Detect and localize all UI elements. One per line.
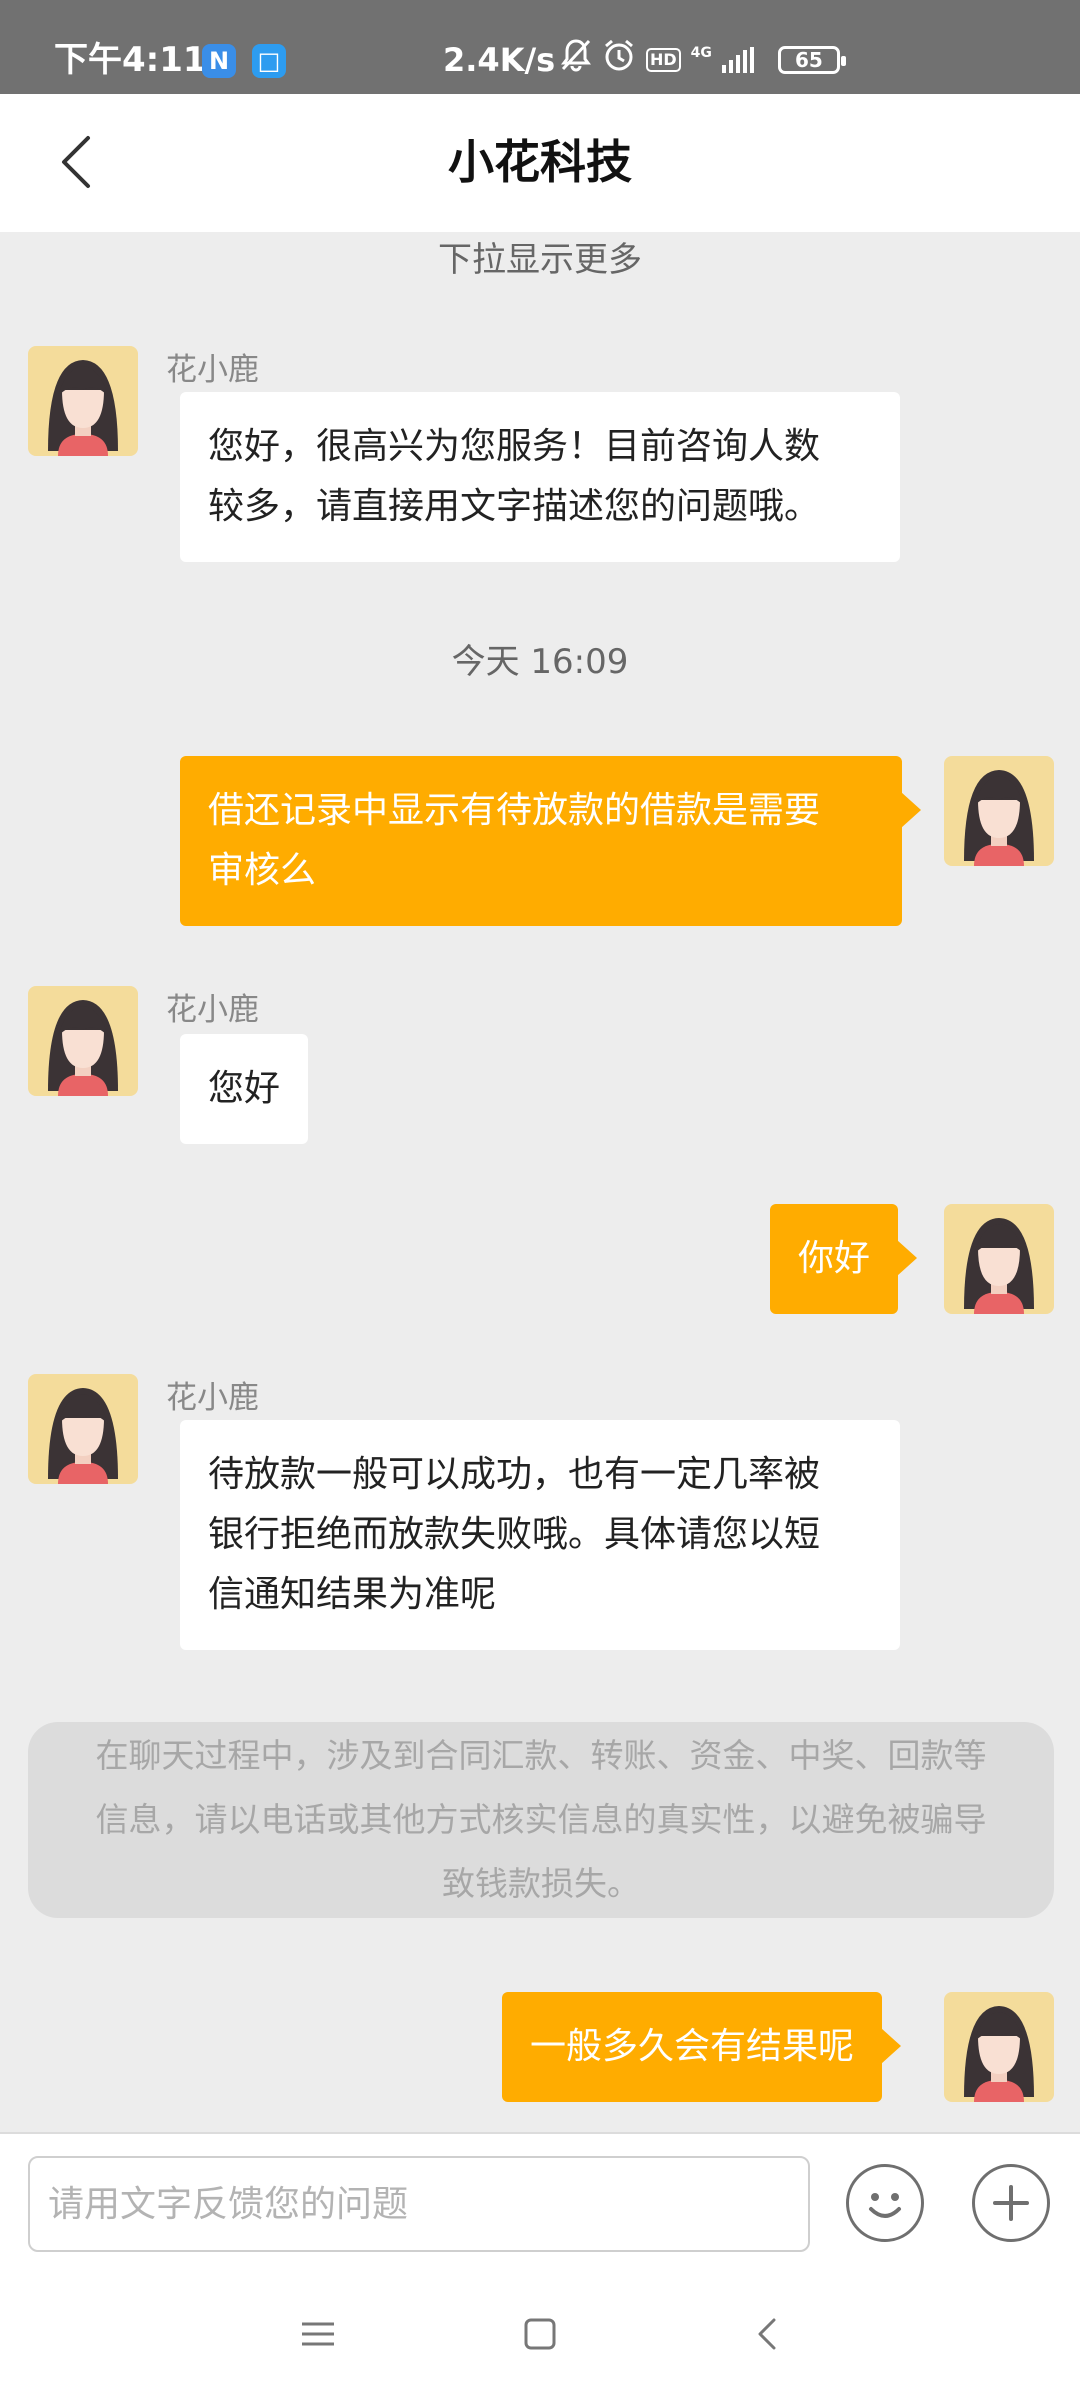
- status-time: 下午4:11: [54, 40, 207, 80]
- smiley-icon[interactable]: [846, 2164, 924, 2242]
- back-chevron-icon[interactable]: [728, 2298, 808, 2370]
- page-title: 小花科技: [448, 135, 632, 189]
- user-avatar[interactable]: [944, 1204, 1054, 1314]
- plus-icon[interactable]: [972, 2164, 1050, 2242]
- square-home-icon[interactable]: [500, 2298, 580, 2370]
- sender-name: 花小鹿: [166, 352, 259, 388]
- chat-area[interactable]: 下拉显示更多 花小鹿 您好，很高兴为您服务！目前咨询人数 较多，请直接用文字描述…: [0, 232, 1080, 2132]
- message-bubble-user[interactable]: 一般多久会有结果呢: [502, 1992, 902, 2102]
- notification-app-icon-square: □: [252, 44, 286, 78]
- message-bubble-agent[interactable]: 待放款一般可以成功，也有一定几率被 银行拒绝而放款失败哦。具体请您以短 信通知结…: [180, 1420, 900, 1650]
- chat-header: 小花科技: [0, 94, 1080, 232]
- sender-name: 花小鹿: [166, 1380, 259, 1416]
- status-bar: 下午4:11 N □ 2.4K/s HD 4G 65: [0, 0, 1080, 94]
- signal-icon: [721, 47, 754, 73]
- message-bubble-user[interactable]: 你好: [770, 1204, 918, 1314]
- notification-app-icon-n: N: [202, 44, 236, 78]
- agent-avatar[interactable]: [28, 1374, 138, 1484]
- chat-timestamp: 今天 16:09: [451, 642, 629, 682]
- message-input[interactable]: [28, 2156, 810, 2252]
- user-avatar[interactable]: [944, 756, 1054, 866]
- status-icons: HD 4G 65: [560, 38, 846, 83]
- mute-bell-icon: [560, 38, 592, 83]
- menu-icon[interactable]: [278, 2298, 358, 2370]
- message-bubble-agent[interactable]: 您好: [180, 1034, 309, 1144]
- battery-icon: 65: [777, 46, 846, 74]
- message-bubble-agent[interactable]: 您好，很高兴为您服务！目前咨询人数 较多，请直接用文字描述您的问题哦。: [180, 392, 900, 562]
- network-type: 4G: [690, 45, 712, 61]
- user-avatar[interactable]: [944, 1992, 1054, 2102]
- input-bar: [0, 2132, 1080, 2268]
- agent-avatar[interactable]: [28, 346, 138, 456]
- network-speed: 2.4K/s: [443, 41, 556, 79]
- pull-to-load-hint[interactable]: 下拉显示更多: [0, 240, 1080, 280]
- hd-icon: HD: [646, 48, 681, 72]
- system-nav-bar: [0, 2268, 1080, 2400]
- message-bubble-user[interactable]: 借还记录中显示有待放款的借款是需要 审核么: [180, 756, 921, 926]
- agent-avatar[interactable]: [28, 986, 138, 1096]
- safety-notice: 在聊天过程中，涉及到合同汇款、转账、资金、中奖、回款等 信息，请以电话或其他方式…: [28, 1722, 1054, 1918]
- alarm-icon: [602, 38, 636, 83]
- sender-name: 花小鹿: [166, 992, 259, 1028]
